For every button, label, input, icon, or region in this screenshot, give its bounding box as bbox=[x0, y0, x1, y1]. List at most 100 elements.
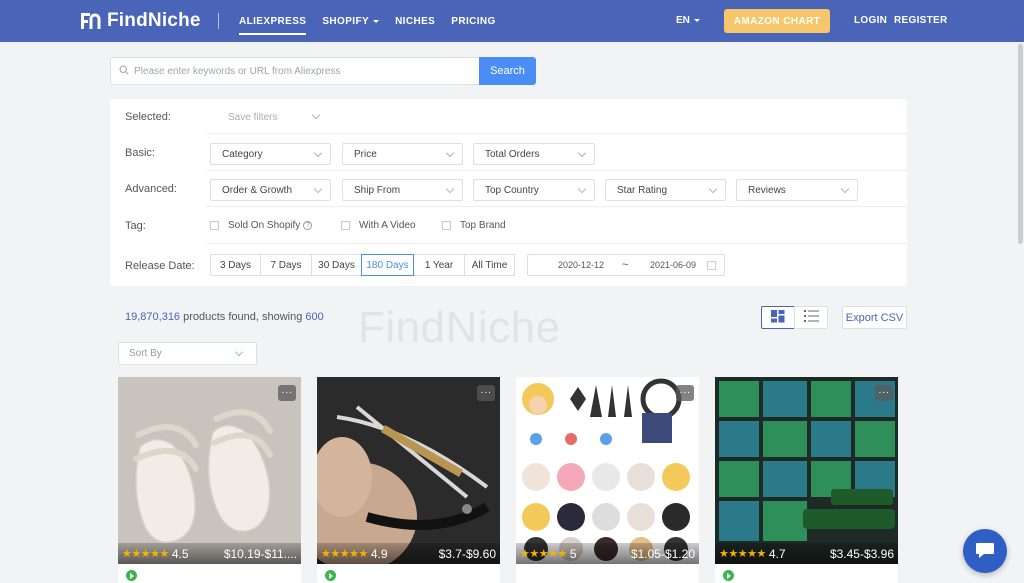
more-options-icon[interactable]: ··· bbox=[477, 385, 495, 401]
release-30-days[interactable]: 30 Days bbox=[311, 254, 362, 276]
star-rating-icon: ★★★★★ bbox=[520, 548, 567, 560]
scrollbar-thumb[interactable] bbox=[1018, 44, 1023, 244]
star-rating-icon: ★★★★★ bbox=[321, 548, 368, 560]
grid-view-button[interactable] bbox=[761, 306, 795, 329]
divider bbox=[206, 243, 907, 244]
star-rating-select[interactable]: Star Rating bbox=[605, 179, 726, 201]
product-rating: 4.9 bbox=[370, 546, 388, 561]
help-icon[interactable]: ? bbox=[303, 221, 313, 230]
release-3-days[interactable]: 3 Days bbox=[210, 254, 261, 276]
product-card[interactable]: ··· ★★★★★ 5 $1.05-$1.20 bbox=[516, 377, 699, 583]
basic-label: Basic: bbox=[125, 147, 155, 159]
date-range-picker[interactable]: 2020-12-12 ~ 2021-06-09 bbox=[527, 254, 725, 276]
showing-count: 600 bbox=[305, 311, 324, 323]
product-card[interactable]: ··· ★★★★★ 4.9 $3.7-$9.60 bbox=[317, 377, 500, 583]
top-nav-bar: FindNiche ALIEXPRESS SHOPIFY NICHES PRIC… bbox=[0, 0, 1024, 42]
top-country-select[interactable]: Top Country bbox=[473, 179, 595, 201]
divider bbox=[206, 170, 907, 171]
language-selector[interactable]: EN bbox=[676, 15, 700, 26]
top-brand-checkbox[interactable]: Top Brand bbox=[442, 220, 506, 231]
sort-by-select[interactable]: Sort By bbox=[118, 342, 257, 365]
product-rating: 4.7 bbox=[768, 546, 786, 561]
product-overlay: ★★★★★ 4.5 $10.19-$11.... bbox=[118, 543, 301, 564]
nav-pricing[interactable]: PRICING bbox=[451, 0, 495, 42]
with-a-video-checkbox[interactable]: With A Video bbox=[341, 220, 416, 231]
main-nav: ALIEXPRESS SHOPIFY NICHES PRICING bbox=[239, 0, 512, 42]
chevron-down-icon bbox=[577, 184, 587, 194]
release-all-time[interactable]: All Time bbox=[464, 254, 515, 276]
release-180-days[interactable]: 180 Days bbox=[361, 254, 414, 276]
product-overlay: ★★★★★ 4.7 $3.45-$3.96 bbox=[715, 543, 898, 564]
price-select[interactable]: Price bbox=[342, 143, 463, 165]
search-input[interactable] bbox=[134, 65, 474, 77]
date-from: 2020-12-12 bbox=[558, 260, 605, 270]
product-overlay: ★★★★★ 4.9 $3.7-$9.60 bbox=[317, 543, 500, 564]
register-link[interactable]: REGISTER bbox=[894, 15, 948, 26]
results-summary: 19,870,316 products found, showing 600 bbox=[125, 311, 324, 323]
product-image[interactable] bbox=[516, 377, 699, 564]
search-button[interactable]: Search bbox=[479, 57, 536, 85]
more-options-icon[interactable]: ··· bbox=[676, 385, 694, 401]
release-7-days[interactable]: 7 Days bbox=[260, 254, 312, 276]
date-to: 2021-06-09 bbox=[650, 260, 697, 270]
filter-panel: Selected: Save filters Basic: Category P… bbox=[110, 99, 907, 286]
login-link[interactable]: LOGIN bbox=[854, 15, 887, 26]
chevron-down-icon bbox=[311, 110, 321, 120]
ship-from-select[interactable]: Ship From bbox=[342, 179, 463, 201]
logo[interactable]: FindNiche bbox=[80, 10, 201, 32]
product-card[interactable]: ··· ★★★★★ 4.7 $3.45-$3.96 bbox=[715, 377, 898, 583]
reviews-select[interactable]: Reviews bbox=[736, 179, 858, 201]
chevron-down-icon bbox=[313, 148, 323, 158]
product-image[interactable] bbox=[118, 377, 301, 564]
more-options-icon[interactable]: ··· bbox=[875, 385, 893, 401]
product-image[interactable] bbox=[317, 377, 500, 564]
product-image[interactable] bbox=[715, 377, 898, 564]
chat-button[interactable] bbox=[963, 529, 1007, 573]
video-play-icon[interactable] bbox=[126, 570, 137, 581]
video-play-icon[interactable] bbox=[723, 570, 734, 581]
product-rating: 5 bbox=[569, 546, 577, 561]
star-rating-icon: ★★★★★ bbox=[719, 548, 766, 560]
product-card[interactable]: ··· ★★★★★ 4.5 $10.19-$11.... bbox=[118, 377, 301, 583]
search-icon bbox=[119, 64, 129, 78]
product-count: 19,870,316 bbox=[125, 311, 181, 323]
nav-aliexpress[interactable]: ALIEXPRESS bbox=[239, 0, 307, 42]
nav-niches[interactable]: NICHES bbox=[395, 0, 435, 42]
watermark: FindNiche bbox=[358, 303, 561, 352]
chevron-down-icon bbox=[373, 19, 380, 23]
save-filters-select[interactable]: Save filters bbox=[228, 106, 328, 128]
logo-text: FindNiche bbox=[107, 10, 201, 31]
checkbox-icon bbox=[341, 221, 350, 230]
grid-view-icon bbox=[771, 309, 785, 326]
more-options-icon[interactable]: ··· bbox=[278, 385, 296, 401]
order-growth-select[interactable]: Order & Growth bbox=[210, 179, 331, 201]
video-play-icon[interactable] bbox=[325, 570, 336, 581]
product-price: $10.19-$11.... bbox=[223, 546, 297, 561]
checkbox-icon bbox=[442, 221, 451, 230]
product-price: $3.7-$9.60 bbox=[438, 546, 496, 561]
product-price: $1.05-$1.20 bbox=[630, 546, 695, 561]
chevron-down-icon bbox=[313, 184, 323, 194]
product-overlay: ★★★★★ 5 $1.05-$1.20 bbox=[516, 543, 699, 564]
checkbox-icon bbox=[210, 221, 219, 230]
release-date-label: Release Date: bbox=[125, 260, 195, 272]
advanced-label: Advanced: bbox=[125, 183, 177, 195]
sold-on-shopify-checkbox[interactable]: Sold On Shopify? bbox=[210, 220, 313, 231]
export-csv-button[interactable]: Export CSV bbox=[842, 306, 907, 329]
category-select[interactable]: Category bbox=[210, 143, 331, 165]
chat-bubble-icon bbox=[975, 541, 995, 562]
divider bbox=[206, 133, 907, 134]
product-price: $3.45-$3.96 bbox=[829, 546, 894, 561]
divider bbox=[206, 206, 907, 207]
release-1-year[interactable]: 1 Year bbox=[413, 254, 465, 276]
total-orders-select[interactable]: Total Orders bbox=[473, 143, 595, 165]
tag-label: Tag: bbox=[125, 220, 146, 232]
list-view-button[interactable] bbox=[794, 306, 828, 329]
product-rating: 4.5 bbox=[171, 546, 189, 561]
chevron-down-icon bbox=[234, 347, 244, 357]
nav-shopify[interactable]: SHOPIFY bbox=[322, 0, 380, 42]
header-divider bbox=[218, 13, 219, 29]
amazon-chart-button[interactable]: AMAZON CHART bbox=[724, 9, 830, 33]
release-date-options: 3 Days 7 Days 30 Days 180 Days 1 Year Al… bbox=[210, 254, 515, 276]
chevron-down-icon bbox=[693, 19, 700, 22]
